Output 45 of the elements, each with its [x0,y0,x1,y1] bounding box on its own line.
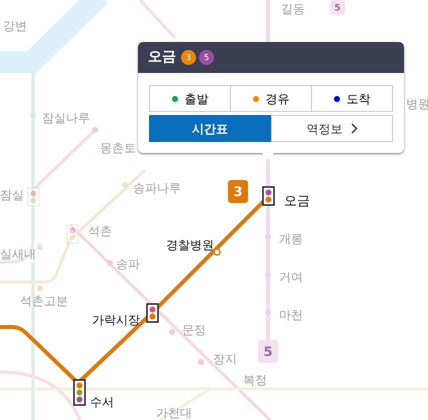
station-label: 송파나루 [133,181,181,195]
line-number-badge: 3 [228,180,248,203]
station-label: 실새내 [0,247,36,261]
station-label: 가천대 [156,406,192,420]
station-dot [213,248,221,256]
station-label: 복정 [243,373,267,387]
station-dot [265,310,271,316]
line-badge: 5 [199,50,214,65]
station-dot [169,329,175,335]
station-label[interactable]: 오금 [284,194,310,209]
station-dot [107,260,113,266]
transfer-station-icon[interactable] [73,379,86,406]
station-dot [37,244,43,250]
line-number-badge: 5 [330,0,345,15]
station-label: 문정 [182,323,206,337]
station-label: 석촌 [88,224,112,238]
transfer-station-icon[interactable] [146,303,159,323]
tab-button[interactable]: 역정보 [271,115,393,142]
station-label: 개롱 [279,232,303,246]
station-label: 송파 [116,257,140,271]
station-label: 길동 [281,2,305,16]
station-dot [265,234,271,240]
station-label: 석촌고분 [20,294,68,308]
station-label[interactable]: 수서 [90,395,114,409]
station-label: 거여 [279,270,303,284]
station-dot [198,359,204,365]
transfer-station-icon[interactable] [262,186,275,206]
station-label: 마천 [279,308,303,322]
station-label: 잠실 [0,188,24,202]
station-dot [37,285,43,291]
station-dot [265,272,271,278]
line-number-badge: 5 [258,340,278,363]
tab-button[interactable]: 시간표 [149,115,271,142]
station-label: 장지 [213,352,237,366]
station-label: 몽촌토 [100,141,136,155]
station-dot [122,182,128,188]
station-dot [92,127,98,133]
station-label: 강변 [3,19,27,33]
station-label[interactable]: 가락시장 [92,313,140,327]
station-label[interactable]: 경찰병원 [166,238,214,252]
station-label: 잠실나루 [42,111,90,125]
line-badge: 3 [181,50,196,65]
chevron-right-icon [350,123,358,134]
station-dot [30,112,36,118]
station-name: 오금 [148,48,176,67]
